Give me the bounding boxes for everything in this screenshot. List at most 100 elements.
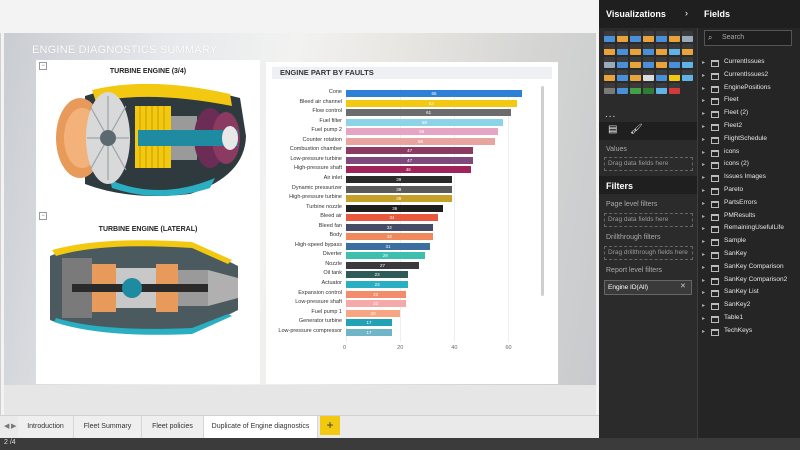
- visual-type-icon[interactable]: [604, 83, 615, 94]
- visual-type-icon[interactable]: [617, 44, 628, 55]
- chevron-right-icon[interactable]: ▸: [702, 149, 705, 156]
- visual-type-icon[interactable]: [630, 44, 641, 55]
- visual-type-icon[interactable]: [630, 31, 641, 42]
- visual-type-icon[interactable]: [630, 83, 641, 94]
- field-table-item[interactable]: ▸ icons: [702, 147, 797, 159]
- visual-type-icon[interactable]: [604, 57, 615, 68]
- visual-type-icon[interactable]: [643, 83, 654, 94]
- visual-type-icon[interactable]: [617, 31, 628, 42]
- field-table-item[interactable]: ▸ icons (2): [702, 159, 797, 171]
- chevron-right-icon[interactable]: ▸: [702, 161, 705, 168]
- visual-type-icon[interactable]: [682, 70, 693, 81]
- tab-introduction[interactable]: Introduction: [18, 416, 74, 438]
- page-filters-drop-zone[interactable]: Drag data fields here: [604, 213, 693, 227]
- field-table-item[interactable]: ▸ Sample: [702, 236, 797, 248]
- paint-roller-icon[interactable]: 🖌: [630, 124, 643, 135]
- chevron-right-icon[interactable]: ▸: [702, 97, 705, 104]
- engine-id-filter[interactable]: Engine ID(All): [604, 280, 692, 295]
- chevron-right-icon[interactable]: ▸: [702, 289, 705, 296]
- report-level-filters-label: Report level filters: [606, 267, 663, 274]
- chevron-right-icon[interactable]: ▸: [702, 85, 705, 92]
- visual-type-icon[interactable]: [643, 44, 654, 55]
- field-table-item[interactable]: ▸ Fleet2: [702, 121, 797, 133]
- field-table-item[interactable]: ▸ CurrentIssues2: [702, 70, 797, 82]
- visual-type-icon[interactable]: [656, 70, 667, 81]
- values-drop-zone[interactable]: Drag data fields here: [604, 157, 693, 171]
- field-table-item[interactable]: ▸ Issues Images: [702, 172, 797, 184]
- chevron-right-icon[interactable]: ▸: [702, 328, 705, 335]
- visual-type-icon[interactable]: [617, 70, 628, 81]
- chart-scrollbar[interactable]: [541, 86, 544, 296]
- visual-type-icon[interactable]: [656, 44, 667, 55]
- field-table-item[interactable]: ▸ SanKey Comparison2: [702, 275, 797, 287]
- visual-type-icon[interactable]: [617, 57, 628, 68]
- visual-type-icon[interactable]: [604, 31, 615, 42]
- visual-type-icon[interactable]: [682, 31, 693, 42]
- close-icon[interactable]: ✕: [680, 282, 686, 290]
- field-table-item[interactable]: ▸ FlightSchedule: [702, 134, 797, 146]
- field-table-item[interactable]: ▸ TechKeys: [702, 326, 797, 338]
- tab-next-arrow[interactable]: ▶: [11, 422, 16, 430]
- chevron-right-icon[interactable]: ▸: [702, 200, 705, 207]
- field-table-item[interactable]: ▸ Fleet: [702, 95, 797, 107]
- chevron-right-icon[interactable]: ▸: [702, 59, 705, 66]
- chevron-right-icon[interactable]: ▸: [702, 277, 705, 284]
- chevron-right-icon[interactable]: ▸: [702, 315, 705, 322]
- more-visuals-icon[interactable]: ...: [605, 109, 616, 120]
- chevron-right-icon[interactable]: ▸: [702, 72, 705, 79]
- visual-type-icon[interactable]: [643, 31, 654, 42]
- visual-type-icon[interactable]: [682, 44, 693, 55]
- chevron-right-icon[interactable]: ▸: [702, 225, 705, 232]
- tab-fleet-summary[interactable]: Fleet Summary: [74, 416, 142, 438]
- fields-search-input[interactable]: [704, 30, 792, 46]
- visual-type-icon[interactable]: [656, 57, 667, 68]
- visual-type-icon[interactable]: [617, 83, 628, 94]
- field-table-item[interactable]: ▸ Table1: [702, 313, 797, 325]
- chevron-right-icon[interactable]: ▸: [702, 110, 705, 117]
- tab-fleet-policies[interactable]: Fleet policies: [142, 416, 204, 438]
- visual-type-icon[interactable]: [669, 31, 680, 42]
- chevron-right-icon[interactable]: ▸: [702, 302, 705, 309]
- visual-type-icon[interactable]: [643, 70, 654, 81]
- chevron-right-icon[interactable]: ▸: [702, 213, 705, 220]
- chevron-right-icon[interactable]: ▸: [702, 187, 705, 194]
- visual-type-icon[interactable]: [669, 70, 680, 81]
- field-table-item[interactable]: ▸ Pareto: [702, 185, 797, 197]
- visual-type-icon[interactable]: [604, 44, 615, 55]
- drillthrough-drop-zone[interactable]: Drag drillthrough fields here: [604, 246, 693, 260]
- fields-well-icon[interactable]: ▤: [608, 124, 617, 135]
- visual-type-icon[interactable]: [669, 83, 680, 94]
- field-table-item[interactable]: ▸ CurrentIssues: [702, 57, 797, 69]
- chevron-right-icon[interactable]: ›: [685, 8, 688, 18]
- focus-mode-icon[interactable]: −: [39, 62, 47, 70]
- field-table-item[interactable]: ▸ EnginePositions: [702, 83, 797, 95]
- visual-type-icon[interactable]: [656, 31, 667, 42]
- visual-type-icon[interactable]: [682, 57, 693, 68]
- chevron-right-icon[interactable]: ▸: [702, 174, 705, 181]
- field-table-item[interactable]: ▸ PMResults: [702, 211, 797, 223]
- visual-type-icon[interactable]: [656, 83, 667, 94]
- field-table-item[interactable]: ▸ SanKey: [702, 249, 797, 261]
- field-table-item[interactable]: ▸ RemainingUsefulLife: [702, 223, 797, 235]
- visual-type-icon[interactable]: [669, 57, 680, 68]
- visual-type-icon[interactable]: [604, 70, 615, 81]
- field-table-item[interactable]: ▸ PartsErrors: [702, 198, 797, 210]
- chevron-right-icon[interactable]: ▸: [702, 264, 705, 271]
- visual-type-icon[interactable]: [630, 70, 641, 81]
- visual-type-icon[interactable]: [630, 57, 641, 68]
- field-table-item[interactable]: ▸ SanKey2: [702, 300, 797, 312]
- tab-prev-arrow[interactable]: ◀: [4, 422, 9, 430]
- add-page-button[interactable]: +: [320, 416, 340, 435]
- chevron-right-icon[interactable]: ▸: [702, 123, 705, 130]
- field-table-item[interactable]: ▸ SanKey List: [702, 287, 797, 299]
- chevron-right-icon[interactable]: ▸: [702, 251, 705, 258]
- bar-data-label: 22: [373, 291, 379, 297]
- field-table-item[interactable]: ▸ SanKey Comparison: [702, 262, 797, 274]
- focus-mode-icon-2[interactable]: −: [39, 212, 47, 220]
- visual-type-icon[interactable]: [643, 57, 654, 68]
- tab-duplicate-engine-diagnostics[interactable]: Duplicate of Engine diagnostics: [204, 416, 318, 438]
- visual-type-icon[interactable]: [669, 44, 680, 55]
- field-table-item[interactable]: ▸ Fleet (2): [702, 108, 797, 120]
- chevron-right-icon[interactable]: ▸: [702, 136, 705, 143]
- chevron-right-icon[interactable]: ▸: [702, 238, 705, 245]
